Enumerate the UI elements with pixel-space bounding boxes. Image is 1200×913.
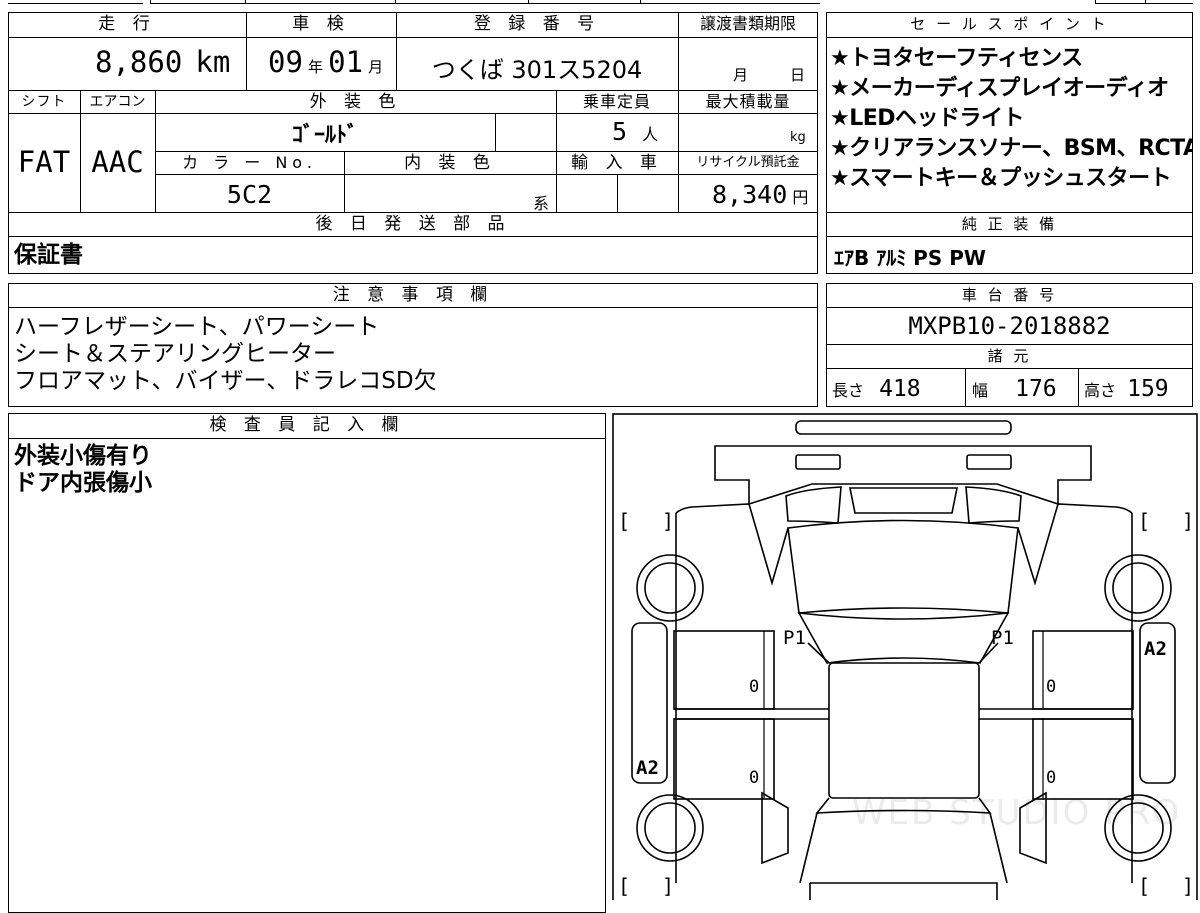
spec-length: 長さ 418 — [832, 376, 921, 402]
chassis-header: 車 台 番 号 — [961, 286, 1058, 304]
spoiler-shape — [795, 420, 1012, 435]
sales-point-item: ★メーカーディスプレイオーディオ — [830, 76, 1169, 101]
spec-length-label: 長さ — [832, 381, 865, 400]
mark-left-side: A2 — [636, 757, 659, 779]
bracket-front-left-close: ] — [662, 874, 675, 898]
mark-front-left-a: P1 — [783, 627, 806, 649]
wheel-front-left-shape — [636, 794, 704, 862]
inspector-panel: 検 査 員 記 入 欄 外装小傷有り ドア内張傷小 — [0, 410, 610, 913]
chassis-number: MXPB10-2018882 — [908, 312, 1111, 340]
inspector-lines: 外装小傷有り ドア内張傷小 — [14, 443, 152, 497]
bracket-front-right-close: ] — [1182, 874, 1195, 898]
watermark: WEB STUDIO PRO — [852, 793, 1182, 833]
inspector-line: 外装小傷有り — [14, 443, 152, 469]
spec-height: 高さ 159 — [1084, 376, 1169, 402]
genuine-equipment-value: ｴｱB ｱﾙﾐ PS PW — [834, 246, 986, 270]
cabin-roof-shape — [828, 662, 980, 799]
mark-front-right-a: P1 — [991, 627, 1014, 649]
mark-door-rl: 0 — [749, 768, 760, 788]
sales-point-item: ★クリアランスソナー、BSM、RCTA — [830, 136, 1192, 161]
rear-bumper-shape — [714, 445, 1092, 506]
wheel-rear-left-shape — [636, 554, 704, 622]
rear-window-shape — [787, 519, 1019, 614]
bracket-rear-left-open: [ — [618, 509, 631, 533]
sales-point-item: ★スマートキー＆プッシュスタート — [830, 166, 1172, 191]
inspector-header: 検 査 員 記 入 欄 — [209, 415, 405, 435]
bracket-front-left-open: [ — [618, 874, 631, 898]
spec-length-value: 418 — [879, 376, 921, 402]
sales-points-panel: セ ー ル ス ポ イ ン ト ★トヨタセーフティセンス ★メーカーディスプレイ… — [0, 0, 1200, 275]
mark-door-rr: 0 — [1046, 768, 1057, 788]
sales-points-list: ★トヨタセーフティセンス ★メーカーディスプレイオーディオ ★LEDヘッドライト… — [830, 44, 1192, 194]
spec-height-label: 高さ — [1084, 381, 1117, 400]
mark-door-fr: 0 — [1046, 677, 1057, 697]
genuine-equipment-header: 純 正 装 備 — [961, 215, 1058, 233]
spec-width-label: 幅 — [972, 381, 989, 400]
inspector-line: ドア内張傷小 — [14, 470, 152, 496]
car-condition-diagram: P1 P1 A2 A2 0 0 0 0 [ ] [ ] [ ] [ ] WEB … — [612, 413, 1200, 900]
mark-right-side: A2 — [1144, 638, 1167, 660]
bracket-rear-right-open: [ — [1138, 509, 1151, 533]
sales-point-item: ★トヨタセーフティセンス — [830, 46, 1083, 71]
mark-door-fl: 0 — [749, 677, 760, 697]
sales-point-item: ★LEDヘッドライト — [830, 106, 1025, 131]
bracket-front-right-open: [ — [1138, 874, 1151, 898]
sales-points-header: セ ー ル ス ポ イ ン ト — [910, 15, 1109, 33]
spec-width: 幅 176 — [972, 376, 1057, 402]
bracket-rear-left-close: ] — [662, 509, 675, 533]
spec-height-value: 159 — [1127, 376, 1169, 402]
chassis-specs-panel: 車 台 番 号 MXPB10-2018882 諸 元 長さ 418 幅 176 … — [0, 280, 1200, 410]
specs-header: 諸 元 — [987, 347, 1032, 365]
wheel-rear-right-shape — [1104, 554, 1172, 622]
bracket-rear-right-close: ] — [1182, 509, 1195, 533]
spec-width-value: 176 — [1015, 376, 1057, 402]
